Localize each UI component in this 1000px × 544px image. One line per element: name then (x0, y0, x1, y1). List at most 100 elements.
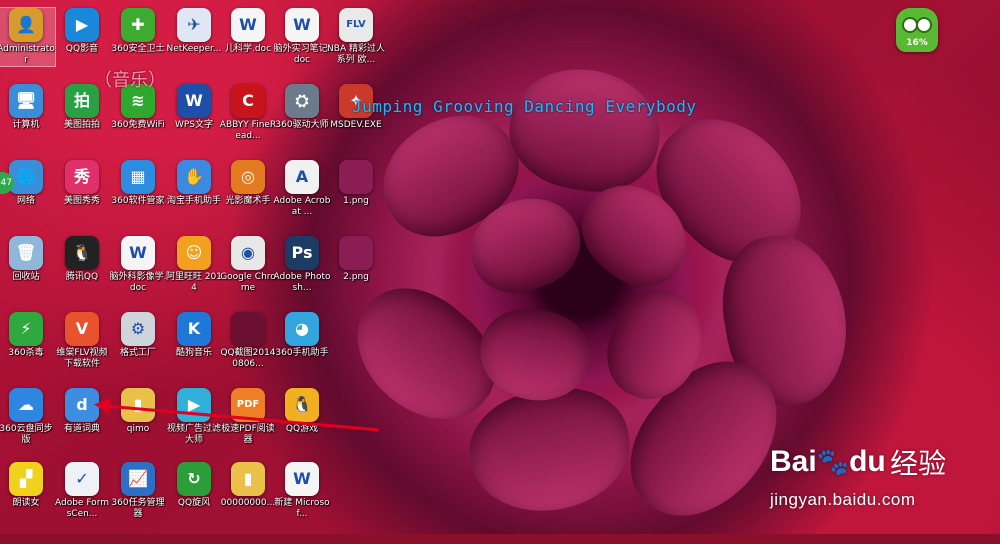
desktop-icon-label: 网络 (16, 196, 35, 206)
desktop-icon[interactable]: 2.png (327, 236, 385, 283)
desktop-icon-label: 360杀毒 (8, 348, 44, 358)
owl-percent: 16% (906, 38, 928, 48)
desktop-icon[interactable]: QQ截图20140806... (219, 312, 277, 370)
desktop-icon[interactable]: ◕ 360手机助手 (273, 312, 331, 359)
desktop-icon-label: 360云盘同步版 (0, 424, 53, 445)
desktop-icon[interactable]: 🐧 QQ游戏 (273, 388, 331, 435)
app-icon: V (65, 312, 99, 346)
app-icon: K (177, 312, 211, 346)
desktop-icon-label: 360驱动大师 (275, 120, 329, 130)
desktop-icon-label: 360手机助手 (275, 348, 329, 358)
desktop-icon[interactable]: ☁ 360云盘同步版 (0, 388, 55, 446)
app-icon (339, 160, 373, 194)
desktop-icon-label: 360免费WiFi (111, 120, 165, 130)
app-icon: ▶ (65, 8, 99, 42)
desktop-icon[interactable]: W 脑外实习笔记.doc (273, 8, 331, 66)
desktop-icon-label: 维棠FLV视频下载软件 (56, 348, 108, 369)
desktop-icon-label: Google Chrome (220, 272, 276, 293)
desktop-icon[interactable]: ⚙ 格式工厂 (109, 312, 167, 359)
owl-monitor-widget[interactable]: 16% (896, 8, 938, 52)
app-icon: ✈ (177, 8, 211, 42)
app-icon: ◉ (231, 236, 265, 270)
desktop-icon[interactable]: ▦ 360软件管家 (109, 160, 167, 207)
desktop-icon[interactable]: ✈ NetKeeper... (165, 8, 223, 55)
desktop-icon[interactable]: ✋ 淘宝手机助手 (165, 160, 223, 207)
app-icon: ▮ (121, 388, 155, 422)
app-icon: ✚ (121, 8, 155, 42)
desktop-icon-label: QQ影音 (65, 44, 99, 54)
app-icon (339, 236, 373, 270)
desktop-icon[interactable]: ⛭ 360驱动大师 (273, 84, 331, 131)
music-label: （音乐） (94, 70, 166, 91)
desktop-icon[interactable]: 📈 360任务管理器 (109, 462, 167, 520)
left-edge-badge-text: 47 (0, 178, 12, 188)
owl-eye-icon (916, 17, 932, 33)
desktop-icon[interactable]: W WPS文字 (165, 84, 223, 131)
app-icon: A (285, 160, 319, 194)
app-icon: W (121, 236, 155, 270)
desktop-icon[interactable]: K 酷狗音乐 (165, 312, 223, 359)
desktop-icon[interactable]: V 维棠FLV视频下载软件 (53, 312, 111, 370)
app-icon: 🌐 (9, 160, 43, 194)
app-icon: 🗑 (9, 236, 43, 270)
desktop-icon[interactable]: 🐧 腾讯QQ (53, 236, 111, 283)
desktop-icon[interactable]: 1.png (327, 160, 385, 207)
desktop-icon-label: 脑外实习笔记.doc (273, 44, 331, 65)
desktop-icon[interactable]: ⚡ 360杀毒 (0, 312, 55, 359)
desktop-icon[interactable]: ◎ 光影魔术手 (219, 160, 277, 207)
desktop-icon[interactable]: ▶ QQ影音 (53, 8, 111, 55)
desktop-icon[interactable]: ☺ 阿里旺旺 2014 (165, 236, 223, 294)
desktop-icon-label: 光影魔术手 (225, 196, 271, 206)
desktop-icon[interactable]: W 新建 Microsof... (273, 462, 331, 520)
app-icon: ✓ (65, 462, 99, 496)
desktop-icon[interactable]: 🖥 计算机 (0, 84, 55, 131)
app-icon: 🖥 (9, 84, 43, 118)
app-icon: ☺ (177, 236, 211, 270)
desktop-icon-label: 美图秀秀 (63, 196, 100, 206)
desktop-icon-label: 极速PDF阅读器 (221, 424, 275, 445)
desktop-icon-label: WPS文字 (174, 120, 214, 130)
app-icon: ◎ (231, 160, 265, 194)
desktop-icon-label: MSDEV.EXE (330, 120, 382, 130)
app-icon: C (231, 84, 265, 118)
app-icon: W (231, 8, 265, 42)
desktop-icon-label: 1.png (343, 196, 369, 206)
desktop-icon-label: Administrator (0, 44, 55, 65)
desktop-icon-label: 2.png (343, 272, 369, 282)
watermark-brand: Bai (770, 445, 817, 478)
app-icon: FLV (339, 8, 373, 42)
app-icon: ▮ (231, 462, 265, 496)
desktop-icon[interactable]: W 脑外科影像学.doc (109, 236, 167, 294)
desktop-icon-label: 360安全卫士 (111, 44, 165, 54)
desktop-icon[interactable]: ✓ Adobe FormsCen... (53, 462, 111, 520)
desktop-icon[interactable]: ▞ 朗读女 (0, 462, 55, 509)
app-icon: 👤 (9, 8, 43, 42)
desktop-icon[interactable]: FLV NBA 精彩过人系列 欧... (327, 8, 385, 66)
app-icon: ⚙ (121, 312, 155, 346)
desktop-icon[interactable]: A Adobe Acrobat ... (273, 160, 331, 218)
desktop-icon-label: 回收站 (12, 272, 40, 282)
desktop-icon[interactable]: ↻ QQ旋风 (165, 462, 223, 509)
desktop-icon[interactable]: ✚ 360安全卫士 (109, 8, 167, 55)
desktop-icon[interactable]: 🗑 回收站 (0, 236, 55, 283)
desktop-icon[interactable]: W 儿科学.doc (219, 8, 277, 55)
desktop-icon[interactable]: Ps Adobe Photosh... (273, 236, 331, 294)
app-icon: ◕ (285, 312, 319, 346)
app-icon (231, 312, 265, 346)
app-icon: 🐧 (285, 388, 319, 422)
desktop-icon-label: 阿里旺旺 2014 (165, 272, 223, 293)
app-icon: ▞ (9, 462, 43, 496)
desktop-icon[interactable]: ◉ Google Chrome (219, 236, 277, 294)
desktop-icon-label: 格式工厂 (119, 348, 156, 358)
desktop-icon-label: 00000000... (220, 498, 276, 508)
desktop-icon-label: 朗读女 (12, 498, 40, 508)
desktop-icon-label: 计算机 (12, 120, 40, 130)
desktop-icon[interactable]: ▮ 00000000... (219, 462, 277, 509)
desktop-icon-label: NetKeeper... (166, 44, 222, 54)
desktop-icon-label: 淘宝手机助手 (166, 196, 221, 206)
desktop-icon-label: QQ旋风 (177, 498, 211, 508)
desktop-icon[interactable]: C ABBYY FineRead... (219, 84, 277, 142)
desktop-icon[interactable]: 👤 Administrator (0, 7, 56, 67)
desktop-icon[interactable]: 秀美图秀秀 (53, 160, 111, 207)
app-icon: ▶ (177, 388, 211, 422)
